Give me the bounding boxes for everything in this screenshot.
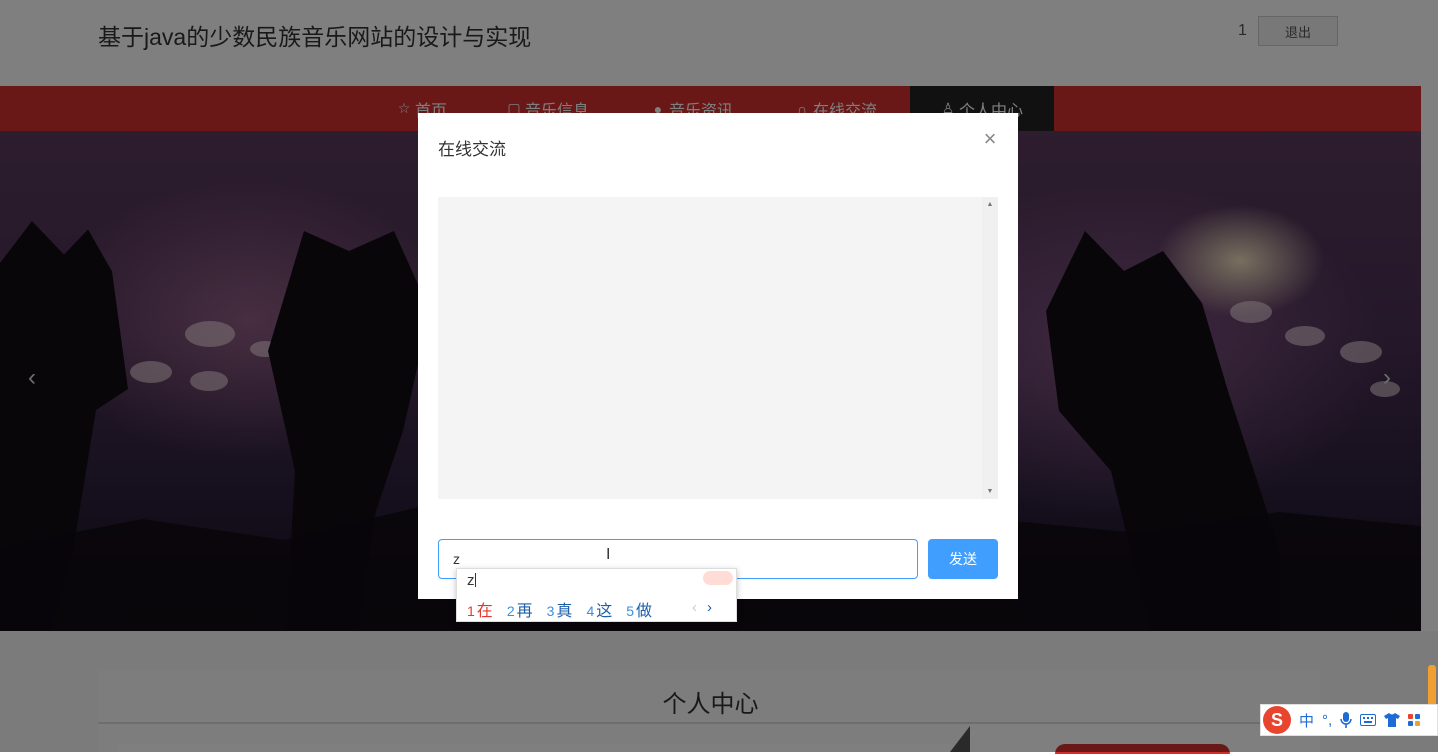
ime-candidate-char: 这 [596,603,613,620]
page-scrollbar-thumb[interactable] [1428,665,1436,707]
ime-candidate-window: z 1在 2再 3真 4这 5做 ‹ › [456,568,737,622]
ime-candidate[interactable]: 5做 [626,597,652,621]
chat-scrollbar[interactable]: ▲ ▼ [982,197,998,499]
ime-candidate-number: 3 [546,603,555,619]
scroll-down-icon[interactable]: ▼ [986,488,994,495]
ime-candidate-number: 2 [506,603,515,619]
close-icon[interactable]: × [980,128,1000,150]
microphone-icon[interactable] [1340,712,1352,728]
ime-composition-text: z [467,572,475,589]
ime-candidate-char: 在 [476,603,493,620]
ime-pager: ‹ › [692,599,712,616]
ime-next-page-icon[interactable]: › [707,599,712,616]
ime-candidate[interactable]: 2再 [507,597,533,621]
ime-candidate-list: 1在 2再 3真 4这 5做 [467,597,652,621]
ime-caret [474,573,476,587]
scroll-up-icon[interactable]: ▲ [986,201,994,208]
modal-title: 在线交流 [438,140,506,159]
ime-candidate-number: 1 [467,603,475,619]
ime-prev-page-icon[interactable]: ‹ [692,599,697,616]
chat-messages-area[interactable]: ▲ ▼ [438,197,998,499]
ime-mode-toggle[interactable]: 中 [1299,710,1314,731]
ime-punctuation-toggle[interactable]: °, [1322,712,1332,729]
ime-toolbar: S 中 °, [1260,704,1438,736]
keyboard-icon[interactable] [1360,714,1377,726]
skin-shirt-icon[interactable] [1384,713,1401,727]
ime-candidate-char: 真 [556,603,573,620]
ime-candidate[interactable]: 4这 [586,597,612,621]
toolbox-grid-icon[interactable] [1408,714,1421,726]
ime-composition: z [467,572,476,589]
sogou-logo-icon[interactable]: S [1263,706,1291,734]
ime-candidate[interactable]: 1在 [467,597,493,621]
chat-modal: 在线交流 × ▲ ▼ z I 发送 [418,113,1018,599]
ime-candidate-number: 5 [626,603,635,619]
ime-candidate[interactable]: 3真 [547,597,573,621]
ime-candidate-number: 4 [586,603,595,619]
text-cursor-icon: I [606,546,611,563]
ime-candidate-char: 再 [516,603,533,620]
send-button[interactable]: 发送 [928,539,998,579]
chat-input-value: z [453,551,460,567]
ime-candidate-char: 做 [636,603,653,620]
ime-watermark-icon [703,571,733,585]
